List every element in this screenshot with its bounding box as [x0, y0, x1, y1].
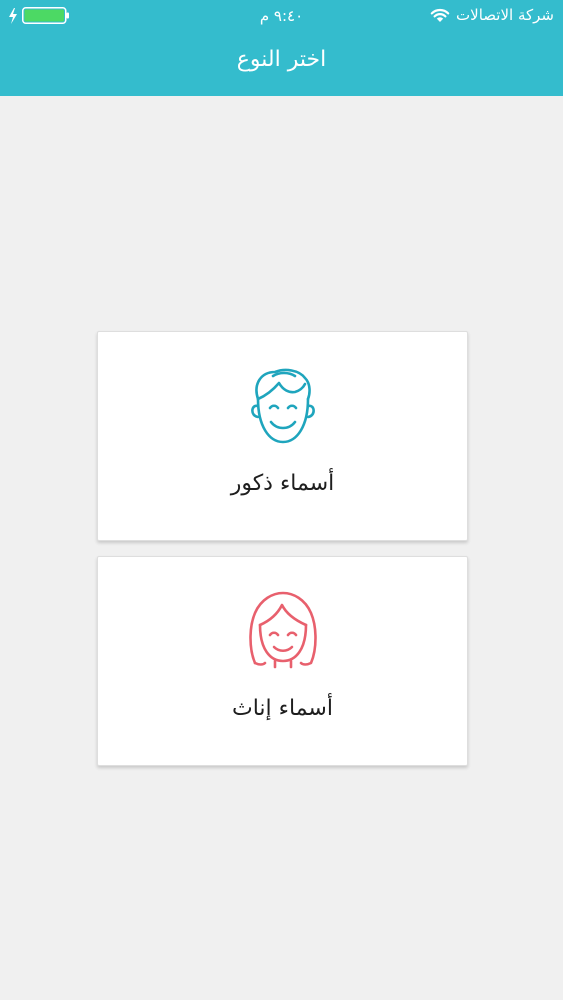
- status-network-group: شركة الاتصالات: [430, 6, 554, 24]
- male-names-label: أسماء ذكور: [230, 471, 335, 496]
- status-bar: ٩:٤٠ م شركة الاتصالات: [0, 0, 563, 34]
- girl-face-icon: [248, 591, 317, 669]
- wifi-icon: [430, 8, 450, 22]
- female-names-card[interactable]: أسماء إناث: [97, 556, 468, 766]
- page-title: اختر النوع: [236, 47, 327, 72]
- female-names-label: أسماء إناث: [232, 696, 333, 721]
- male-names-card[interactable]: أسماء ذكور: [97, 331, 468, 541]
- carrier-name: شركة الاتصالات: [456, 6, 554, 24]
- app-header: ٩:٤٠ م شركة الاتصالات اختر النوع: [0, 0, 563, 96]
- boy-face-icon: [250, 368, 315, 444]
